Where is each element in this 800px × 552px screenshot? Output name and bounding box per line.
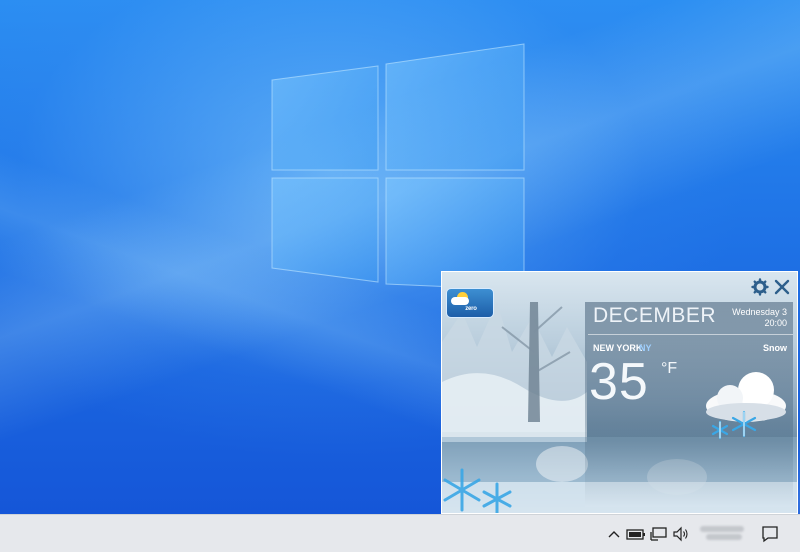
- windows-logo: [271, 43, 525, 291]
- condition-label: Snow: [763, 343, 787, 353]
- month-label: DECEMBER: [593, 304, 717, 327]
- temperature-value: 35: [589, 353, 649, 411]
- panel-divider: [588, 334, 793, 335]
- temperature-unit: °F: [661, 360, 678, 377]
- network-icon[interactable]: [650, 526, 668, 542]
- time-label: 20:00: [764, 318, 787, 328]
- gear-icon[interactable]: [751, 278, 769, 296]
- action-center-icon[interactable]: [761, 525, 779, 543]
- logo-pane-top-right: [385, 43, 525, 171]
- close-icon[interactable]: [773, 278, 791, 296]
- cloud-icon: [451, 297, 469, 305]
- battery-icon[interactable]: [626, 526, 646, 542]
- weather-zero-logo: zero: [446, 288, 494, 318]
- desktop: zero DECEMBER Wednesday 3 20:00 NEW YORK: [0, 0, 800, 514]
- day-label: Wednesday 3: [732, 307, 787, 317]
- weather-widget[interactable]: zero DECEMBER Wednesday 3 20:00 NEW YORK: [441, 271, 798, 514]
- clock-area-blurred[interactable]: [700, 524, 748, 544]
- volume-icon[interactable]: [672, 526, 690, 542]
- chevron-up-icon[interactable]: [607, 526, 621, 542]
- snowflake-decoration: [443, 468, 512, 513]
- logo-pane-bottom-left: [271, 177, 379, 283]
- cloud-snow-icon: [706, 372, 786, 440]
- logo-pane-top-left: [271, 65, 379, 171]
- brand-name: zero: [465, 306, 477, 312]
- taskbar: [0, 514, 800, 552]
